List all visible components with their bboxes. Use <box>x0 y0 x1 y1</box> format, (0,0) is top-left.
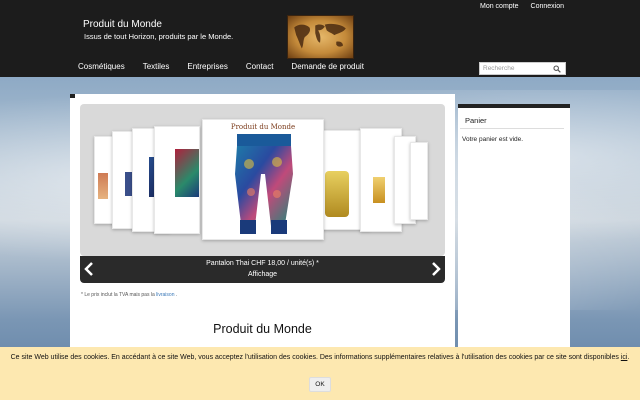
carousel-caption-bar: Pantalon Thai CHF 18,00 / unité(s) * Aff… <box>80 256 445 283</box>
cookie-message: Ce site Web utilise des cookies. En accé… <box>0 353 640 363</box>
world-map-logo[interactable] <box>287 15 354 59</box>
world-map-icon <box>294 23 346 49</box>
nav-textiles[interactable]: Textiles <box>143 62 170 71</box>
main-nav: Cosmétiques Textiles Entreprises Contact… <box>78 62 382 71</box>
tva-note: * Le prix inclut la TVA mais pas la livr… <box>81 292 177 298</box>
nav-contact[interactable]: Contact <box>246 62 274 71</box>
account-links: Mon compte Connexion <box>480 3 564 10</box>
product-caption[interactable]: Pantalon Thai CHF 18,00 / unité(s) * <box>80 260 445 267</box>
cookie-ok-button[interactable]: OK <box>309 377 331 392</box>
login-link[interactable]: Connexion <box>531 3 564 10</box>
search-icon[interactable] <box>553 65 561 73</box>
nav-demande-de-produit[interactable]: Demande de produit <box>291 62 364 71</box>
cookie-text: Ce site Web utilise des cookies. En accé… <box>10 354 619 361</box>
cart-title: Panier <box>465 116 487 125</box>
nav-entreprises[interactable]: Entreprises <box>187 62 227 71</box>
tva-note-suffix: . <box>175 292 178 298</box>
product-brand-label: Produit du Monde <box>230 123 296 131</box>
search-placeholder: Recherche <box>483 65 515 72</box>
carousel-card[interactable] <box>410 142 428 220</box>
nav-cosmetiques[interactable]: Cosmétiques <box>78 62 125 71</box>
header: Mon compte Connexion Produit du Monde Is… <box>0 0 640 77</box>
cookie-banner: Ce site Web utilise des cookies. En accé… <box>0 347 640 400</box>
site-subtitle: Issus de tout Horizon, produits par le M… <box>84 32 234 41</box>
cookie-text-end: . <box>627 354 630 361</box>
page-heading: Produit du Monde <box>213 322 312 336</box>
divider <box>460 128 564 129</box>
chevron-right-icon[interactable] <box>430 261 442 277</box>
carousel-card[interactable] <box>154 126 200 234</box>
featured-product-card[interactable]: Produit du Monde <box>202 119 324 240</box>
product-carousel: Produit du Monde <box>80 104 445 256</box>
cart-sidebar-top-border <box>458 104 570 108</box>
site-title[interactable]: Produit du Monde <box>83 19 162 30</box>
content-corner-marker <box>70 94 75 98</box>
search-input[interactable]: Recherche <box>479 62 566 75</box>
cart-empty-text: Votre panier est vide. <box>462 136 524 143</box>
my-account-link[interactable]: Mon compte <box>480 3 519 10</box>
delivery-link[interactable]: livraison <box>156 292 174 298</box>
tva-note-prefix: * Le prix inclut la TVA mais pas la <box>81 292 155 298</box>
view-link[interactable]: Affichage <box>80 271 445 278</box>
thai-pants-image <box>235 134 293 234</box>
